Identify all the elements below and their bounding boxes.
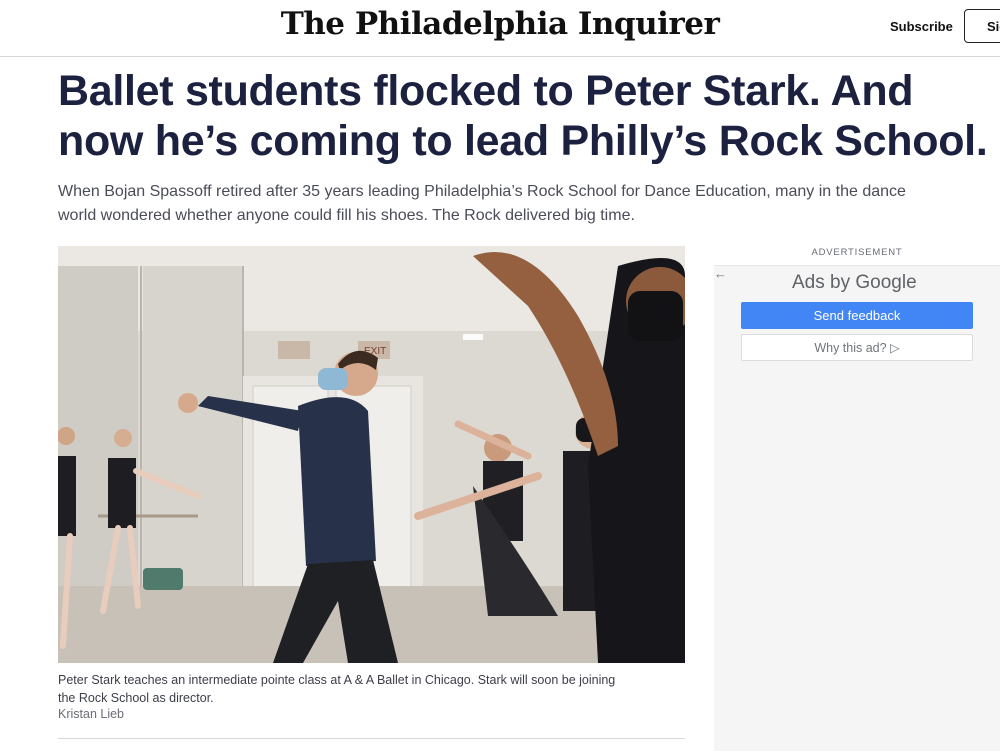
back-arrow-icon[interactable]: ← — [714, 266, 727, 281]
site-header: The Philadelphia Inquirer Subscribe Sign… — [0, 0, 1000, 57]
sign-in-button[interactable]: Sign in — [964, 9, 1000, 43]
photo-caption: Peter Stark teaches an intermediate poin… — [58, 673, 616, 705]
photo-credit: Kristan Lieb — [58, 707, 125, 721]
subscribe-link[interactable]: Subscribe — [890, 19, 953, 34]
article-photo[interactable]: EXIT — [58, 246, 685, 663]
article-headline: Ballet students flocked to Peter Stark. … — [58, 67, 988, 165]
divider — [58, 738, 685, 739]
site-logo[interactable]: The Philadelphia Inquirer — [0, 6, 1000, 42]
send-feedback-button[interactable]: Send feedback — [741, 302, 973, 329]
why-this-ad-button[interactable]: Why this ad? ▷ — [741, 334, 973, 361]
advertisement-label: ADVERTISEMENT — [811, 247, 903, 258]
ads-by-google-label: Ads by Google — [792, 272, 917, 293]
article-dek: When Bojan Spassoff retired after 35 yea… — [58, 183, 906, 224]
